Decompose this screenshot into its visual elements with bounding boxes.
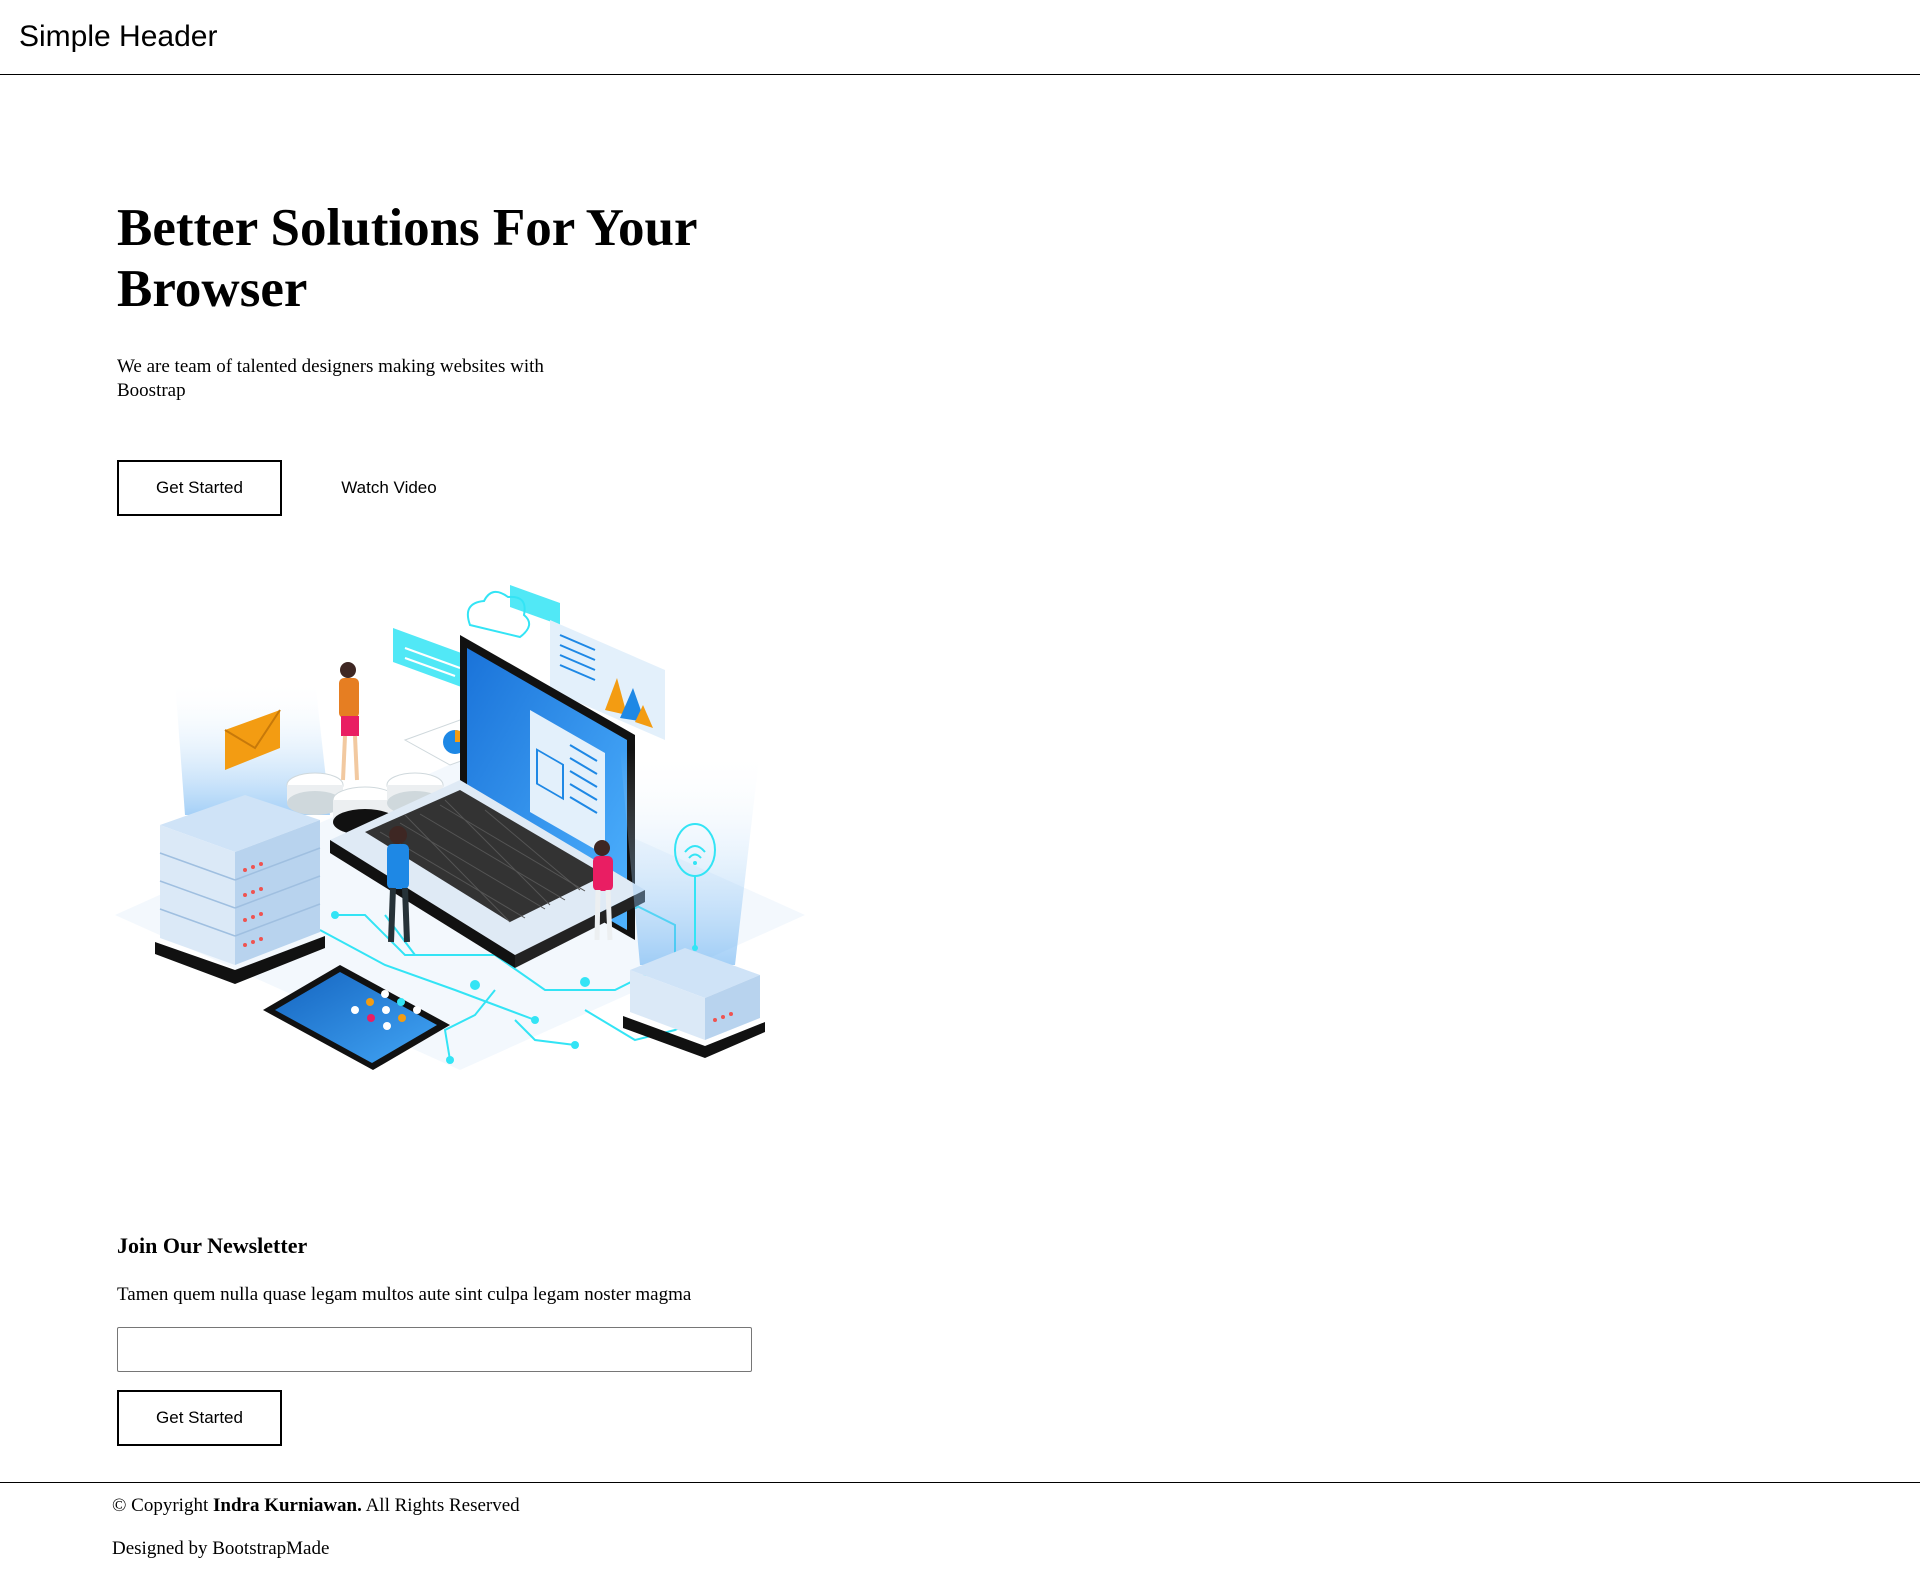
copyright-text: © Copyright Indra Kurniawan. All Rights …: [112, 1494, 520, 1518]
site-header: Simple Header: [0, 0, 1920, 75]
site-footer: © Copyright Indra Kurniawan. All Rights …: [0, 1482, 1920, 1572]
site-brand[interactable]: Simple Header: [19, 18, 217, 56]
get-started-button[interactable]: Get Started: [117, 460, 282, 516]
newsletter-submit-button[interactable]: Get Started: [117, 1390, 282, 1446]
newsletter-text: Tamen quem nulla quase legam multos aute…: [117, 1284, 692, 1305]
copyright-prefix: © Copyright: [112, 1495, 213, 1516]
watch-video-button[interactable]: Watch Video: [329, 460, 449, 516]
laptop-network-illustration-icon: [115, 585, 805, 1070]
designer-credit: Designed by BootstrapMade: [112, 1538, 330, 1559]
hero-title: Better Solutions For Your Browser: [117, 199, 697, 318]
hero-subtitle: We are team of talented designers making…: [117, 356, 544, 401]
newsletter-title: Join Our Newsletter: [117, 1233, 308, 1258]
copyright-suffix: All Rights Reserved: [361, 1495, 520, 1516]
newsletter-email-input[interactable]: [117, 1327, 752, 1372]
copyright-owner: Indra Kurniawan.: [213, 1495, 362, 1516]
